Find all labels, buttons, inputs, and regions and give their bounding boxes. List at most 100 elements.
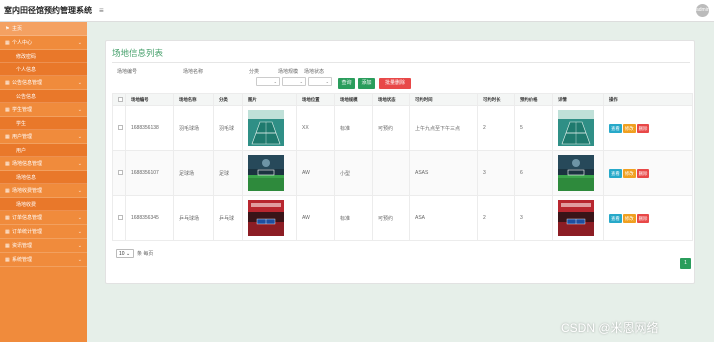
cell-detail — [552, 105, 604, 151]
row-checkbox[interactable] — [118, 124, 123, 130]
delete-button[interactable]: 删除 — [636, 168, 650, 178]
sidebar-item-14[interactable]: ▦ 订单信息管理 ⌄ — [0, 211, 87, 225]
header-location[interactable]: 场地位置 — [296, 93, 335, 106]
row-select-cell — [112, 195, 126, 241]
avatar[interactable]: admin — [696, 4, 710, 17]
chevron-down-icon: ⌄ — [77, 187, 82, 194]
delete-button[interactable]: 删除 — [636, 123, 650, 133]
table-row[interactable]: 1688356107 足球场 足球 AW 小型 ASAS 3 6 查看 修改 删除 — [112, 150, 693, 196]
grid-icon: ▦ — [5, 133, 10, 140]
sidebar-item-9[interactable]: 用户 — [0, 144, 87, 157]
edit-button[interactable]: 修改 — [622, 123, 636, 133]
category-select[interactable]: ⌄ — [256, 77, 280, 86]
row-checkbox[interactable] — [118, 169, 123, 175]
sidebar-item-4[interactable]: ▦ 公告信息管理 ⌄ — [0, 76, 87, 90]
venue-detail-image — [558, 155, 594, 191]
row-checkbox[interactable] — [118, 214, 123, 220]
sidebar-item-label: 场地信息 — [16, 174, 37, 181]
venue-size-select[interactable]: ⌄ — [282, 77, 306, 86]
header-category[interactable]: 分类 — [213, 93, 243, 106]
batch-delete-button[interactable]: 批量删除 — [379, 78, 411, 89]
header-price[interactable]: 预约价格 — [514, 93, 553, 106]
chevron-down-icon: ⌄ — [77, 242, 82, 249]
header-duration[interactable]: 可约时长 — [477, 93, 515, 106]
menu-toggle-icon[interactable]: ≡ — [99, 6, 104, 15]
edit-button[interactable]: 修改 — [622, 213, 636, 223]
edit-button[interactable]: 修改 — [622, 168, 636, 178]
sidebar-item-12[interactable]: ▦ 场地收费管理 ⌄ — [0, 184, 87, 198]
chevron-down-icon: ⌄ — [77, 79, 82, 86]
venue-image-image — [248, 200, 284, 236]
sidebar-item-8[interactable]: ▦ 用户管理 ⌄ — [0, 130, 87, 144]
sidebar-item-label: 修改密码 — [16, 53, 37, 60]
row-select-cell — [112, 150, 126, 196]
sidebar-item-3[interactable]: 个人信息 — [0, 63, 87, 76]
sidebar-item-2[interactable]: 修改密码 — [0, 50, 87, 63]
watermark: CSDN @米恩网络 — [561, 321, 659, 335]
chevron-down-icon: ⌄ — [77, 106, 82, 113]
cell-location: AW — [296, 150, 335, 196]
grid-icon: ▦ — [5, 79, 10, 86]
chevron-down-icon: ⌄ — [77, 256, 82, 263]
select-all-cell — [112, 93, 126, 106]
cell-status — [372, 150, 410, 196]
sidebar-item-label: 学生 — [16, 120, 27, 127]
category-label: 分类 — [249, 69, 260, 75]
sidebar-item-10[interactable]: ▦ 场地信息管理 ⌄ — [0, 157, 87, 171]
header-venue-name[interactable]: 场地名称 — [173, 93, 214, 106]
page-number-button[interactable]: 1 — [680, 258, 691, 269]
page-size-suffix: 条 每页 — [137, 251, 154, 257]
table-row[interactable]: 1688356345 乒乓球场 乒乓球 AW 标准 可预约 ASA 2 3 查看 修改 删除 — [112, 195, 693, 241]
header-image: 图片 — [242, 93, 297, 106]
sidebar-item-0[interactable]: ⚑ 主页 — [0, 22, 87, 36]
view-button[interactable]: 查看 — [609, 213, 622, 223]
select-all-checkbox[interactable] — [118, 96, 123, 102]
cell-time: 上午九点至下午三点 — [409, 105, 478, 151]
sidebar-item-label: 个人中心 — [12, 40, 33, 46]
venue-size-label: 场地规模 — [278, 69, 299, 75]
sidebar-item-13[interactable]: 场地收费 — [0, 198, 87, 211]
sidebar-item-6[interactable]: ▦ 学生管理 ⌄ — [0, 103, 87, 117]
sidebar-item-16[interactable]: ▦ 资讯管理 ⌄ — [0, 239, 87, 253]
cell-category: 足球 — [213, 150, 243, 196]
cell-duration: 3 — [477, 150, 515, 196]
sidebar-item-7[interactable]: 学生 — [0, 117, 87, 130]
view-button[interactable]: 查看 — [609, 168, 622, 178]
row-select-cell — [112, 105, 126, 151]
sidebar-item-17[interactable]: ▦ 系统管理 ⌄ — [0, 253, 87, 267]
sidebar-item-label: 订单信息管理 — [12, 215, 43, 221]
header-status[interactable]: 场地状态 — [372, 93, 410, 106]
cell-image — [242, 105, 297, 151]
cell-image — [242, 195, 297, 241]
venue-no-label: 场地编号 — [117, 69, 138, 75]
sidebar-item-1[interactable]: ▦ 个人中心 ⌄ — [0, 36, 87, 50]
cell-size: 标准 — [334, 195, 373, 241]
venue-status-select[interactable]: ⌄ — [308, 77, 332, 86]
sidebar-item-label: 用户管理 — [12, 134, 33, 140]
grid-icon: ▦ — [5, 39, 10, 46]
sidebar-item-11[interactable]: 场地信息 — [0, 171, 87, 184]
sidebar-item-label: 订单统计管理 — [12, 229, 43, 235]
cell-actions: 查看 修改 删除 — [603, 195, 693, 241]
grid-icon: ▦ — [5, 228, 10, 235]
view-button[interactable]: 查看 — [609, 123, 622, 133]
cell-no: 1688356138 — [125, 105, 174, 151]
sidebar-item-label: 系统管理 — [12, 257, 33, 263]
header-venue-no[interactable]: 场地编号 — [125, 93, 174, 106]
sidebar-item-5[interactable]: 公告信息 — [0, 90, 87, 103]
delete-button[interactable]: 删除 — [636, 213, 650, 223]
search-button[interactable]: 查询 — [338, 78, 355, 89]
cell-location: XX — [296, 105, 335, 151]
page-size-select[interactable]: 10 ⌄ — [116, 249, 134, 258]
sidebar: ⚑ 主页 ▦ 个人中心 ⌄ 修改密码 个人信息 ▦ 公告信息管理 ⌄ 公告信息 ▦ 学生管理 ⌄ 学生 ▦ 用户… — [0, 22, 87, 342]
header-size[interactable]: 场地规模 — [334, 93, 373, 106]
add-button[interactable]: 添加 — [358, 78, 375, 89]
grid-icon: ▦ — [5, 242, 10, 249]
table-row[interactable]: 1688356138 羽毛球场 羽毛球 XX 标准 可预约 上午九点至下午三点 2 5 查看 修改删… — [112, 105, 693, 151]
title-divider — [112, 62, 690, 63]
sidebar-item-15[interactable]: ▦ 订单统计管理 ⌄ — [0, 225, 87, 239]
header-time[interactable]: 可约时间 — [409, 93, 478, 106]
chevron-down-icon: ⌄ — [77, 133, 82, 140]
header-detail: 详情 — [552, 93, 604, 106]
grid-icon: ▦ — [5, 106, 10, 113]
